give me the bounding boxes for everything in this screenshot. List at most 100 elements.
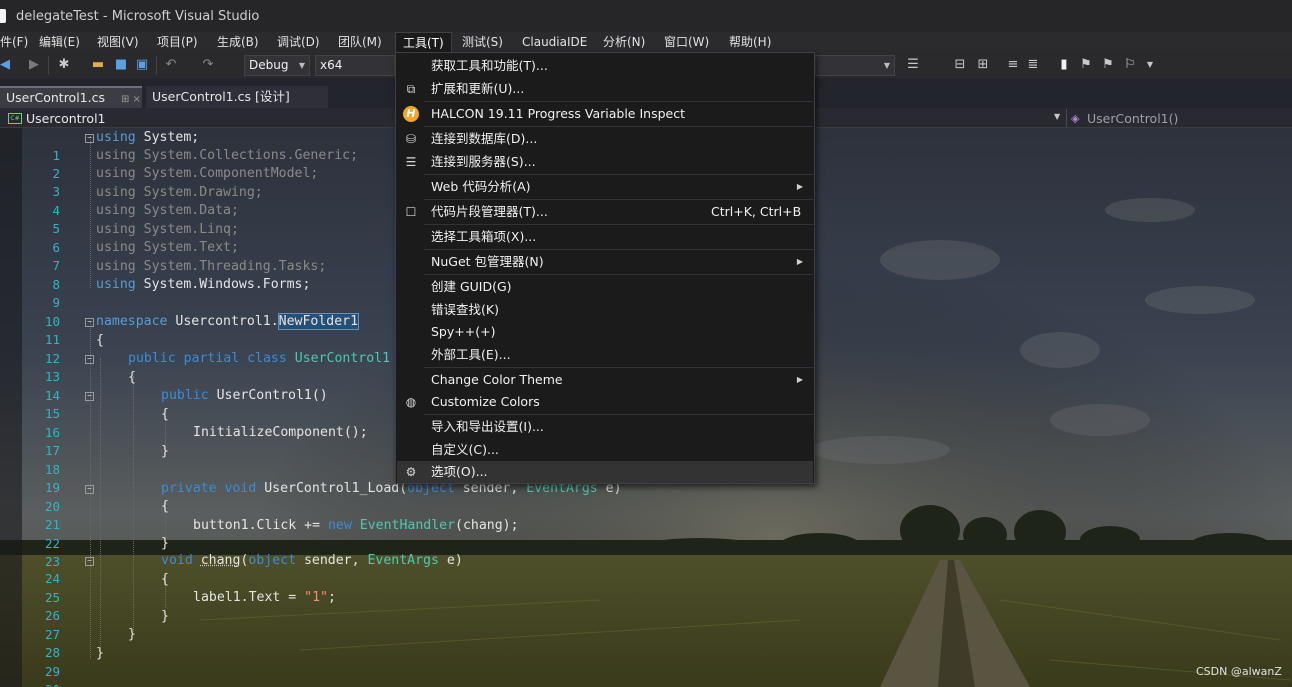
format-icon[interactable]: ⊟ <box>952 57 968 73</box>
menu-file[interactable]: 件(F) <box>0 32 32 52</box>
statement: InitializeComponent(); <box>193 425 368 440</box>
menu-item-spy[interactable]: Spy++(+) <box>397 321 813 343</box>
namespace-ref: System.Drawing; <box>143 185 263 200</box>
namespace-ref: System.Windows.Forms; <box>143 277 311 292</box>
menu-claudiaide[interactable]: ClaudiaIDE <box>518 32 591 52</box>
brace: } <box>161 609 169 624</box>
menu-debug[interactable]: 调试(D) <box>273 32 324 52</box>
menu-item-customize[interactable]: 自定义(C)... <box>397 439 813 461</box>
prev-bookmark-icon[interactable]: ⚑ <box>1078 57 1094 73</box>
menu-item-label: 连接到服务器(S)... <box>431 154 536 169</box>
halcon-icon: H <box>403 106 419 122</box>
back-icon[interactable]: ◀ <box>0 57 13 73</box>
collapse-icon[interactable]: − <box>85 485 94 494</box>
keyword: using <box>96 166 136 181</box>
comment-icon[interactable]: ☰ <box>905 57 921 73</box>
collapse-icon[interactable]: − <box>85 557 94 566</box>
menu-item-options[interactable]: ⚙ 选项(O)... <box>397 461 813 483</box>
chevron-down-icon: ▼ <box>883 61 890 70</box>
collapse-icon[interactable]: − <box>85 355 94 364</box>
brace: { <box>128 370 136 385</box>
menu-bar: 件(F) 编辑(E) 视图(V) 项目(P) 生成(B) 调试(D) 团队(M)… <box>0 32 1292 52</box>
menu-item-import-export-settings[interactable]: 导入和导出设置(I)... <box>397 416 813 438</box>
menu-window[interactable]: 窗口(W) <box>660 32 713 52</box>
menu-separator <box>424 224 813 225</box>
statement: ; <box>327 590 336 605</box>
toolbar-overflow-icon[interactable]: ▼ <box>1142 57 1158 73</box>
menu-item-get-tools[interactable]: 获取工具和功能(T)... <box>397 55 813 77</box>
menu-help[interactable]: 帮助(H) <box>725 32 775 52</box>
save-icon[interactable]: ■ <box>113 57 129 73</box>
keyword: public partial class <box>128 351 287 366</box>
menu-item-choose-toolbox[interactable]: 选择工具箱项(X)... <box>397 226 813 248</box>
brace: { <box>96 333 104 348</box>
keyword: void <box>161 553 193 568</box>
toolbar-separator <box>156 56 157 74</box>
menu-item-web-code-analysis[interactable]: Web 代码分析(A) ▶ <box>397 176 813 198</box>
menu-item-error-lookup[interactable]: 错误查找(K) <box>397 299 813 321</box>
bookmark-icon[interactable]: ▮ <box>1056 57 1072 73</box>
menu-edit[interactable]: 编辑(E) <box>35 32 84 52</box>
collapse-icon[interactable]: − <box>85 318 94 327</box>
menu-item-label: Spy++(+) <box>431 324 496 339</box>
keyword: namespace <box>96 314 168 329</box>
menu-item-halcon[interactable]: H HALCON 19.11 Progress Variable Inspect <box>397 103 813 125</box>
forward-icon[interactable]: ▶ <box>26 57 42 73</box>
clear-bookmarks-icon[interactable]: ⚐ <box>1122 57 1138 73</box>
code-line: 27 } <box>0 608 1292 642</box>
solution-configuration-select[interactable]: Debug ▼ <box>244 55 310 76</box>
database-connect-icon: ⛁ <box>405 132 417 146</box>
window-title: delegateTest - Microsoft Visual Studio <box>16 9 260 24</box>
keyword: new <box>327 518 352 533</box>
gear-icon: ⚙ <box>405 465 417 479</box>
outdent-icon[interactable]: ≣ <box>1025 57 1041 73</box>
collapse-icon[interactable]: − <box>85 134 94 143</box>
menu-item-extensions[interactable]: ⧉ 扩展和更新(U)... <box>397 78 813 100</box>
menu-item-label: NuGet 包管理器(N) <box>431 254 544 269</box>
keyword: private void <box>161 481 257 496</box>
collapse-icon[interactable]: − <box>85 392 94 401</box>
method-name: chang <box>200 553 241 568</box>
menu-tools[interactable]: 工具(T) <box>395 32 452 52</box>
menu-view[interactable]: 视图(V) <box>93 32 143 52</box>
menu-item-change-color-theme[interactable]: Change Color Theme ▶ <box>397 369 813 391</box>
tab-usercontrol-code[interactable]: UserControl1.cs ⊞ × <box>0 86 142 108</box>
menu-test[interactable]: 测试(S) <box>458 32 507 52</box>
tab-label: UserControl1.cs [设计] <box>152 89 290 104</box>
code-line: 25 { <box>0 571 1292 605</box>
menu-item-connect-database[interactable]: ⛁ 连接到数据库(D)... <box>397 128 813 150</box>
menu-item-label: 自定义(C)... <box>431 442 499 457</box>
menu-item-external-tools[interactable]: 外部工具(E)... <box>397 344 813 366</box>
menu-item-create-guid[interactable]: 创建 GUID(G) <box>397 276 813 298</box>
solution-platform-select[interactable]: x64 <box>315 55 395 76</box>
next-bookmark-icon[interactable]: ⚑ <box>1100 57 1116 73</box>
keyword: using <box>96 277 136 292</box>
format-icon[interactable]: ⊞ <box>975 57 991 73</box>
tab-usercontrol-designer[interactable]: UserControl1.cs [设计] <box>146 86 328 108</box>
selected-text[interactable]: NewFolder1 <box>277 313 360 330</box>
new-project-icon[interactable]: ✱ <box>56 57 72 73</box>
class-dropdown[interactable]: C# Usercontrol1 <box>4 109 394 127</box>
member-dropdown[interactable]: ◈ UserControl1() <box>1066 109 1288 127</box>
pin-close-icon[interactable]: ⊞ × <box>121 94 141 105</box>
menu-item-nuget[interactable]: NuGet 包管理器(N) ▶ <box>397 251 813 273</box>
menu-item-connect-server[interactable]: ☰ 连接到服务器(S)... <box>397 151 813 173</box>
submenu-arrow-icon: ▶ <box>796 257 803 266</box>
code-line: 28 } <box>0 626 1292 660</box>
undo-icon[interactable]: ↶ <box>163 57 179 73</box>
open-file-icon[interactable]: ▬ <box>90 57 106 73</box>
toolbar-combo[interactable]: ▼ <box>815 55 895 76</box>
redo-icon[interactable]: ↷ <box>200 57 216 73</box>
menu-item-label: Change Color Theme <box>431 372 563 387</box>
menu-team[interactable]: 团队(M) <box>334 32 386 52</box>
chevron-down-icon[interactable]: ▼ <box>1054 112 1060 121</box>
save-all-icon[interactable]: ▣ <box>134 57 150 73</box>
menu-analyze[interactable]: 分析(N) <box>599 32 649 52</box>
menu-item-code-snippets[interactable]: ☐ 代码片段管理器(T)... Ctrl+K, Ctrl+B <box>397 201 813 223</box>
menu-item-customize-colors[interactable]: ◍ Customize Colors <box>397 391 813 413</box>
menu-project[interactable]: 项目(P) <box>153 32 202 52</box>
brace: } <box>161 536 169 551</box>
indent-icon[interactable]: ≡ <box>1005 57 1021 73</box>
menu-build[interactable]: 生成(B) <box>213 32 263 52</box>
menu-item-label: 代码片段管理器(T)... <box>431 204 548 219</box>
